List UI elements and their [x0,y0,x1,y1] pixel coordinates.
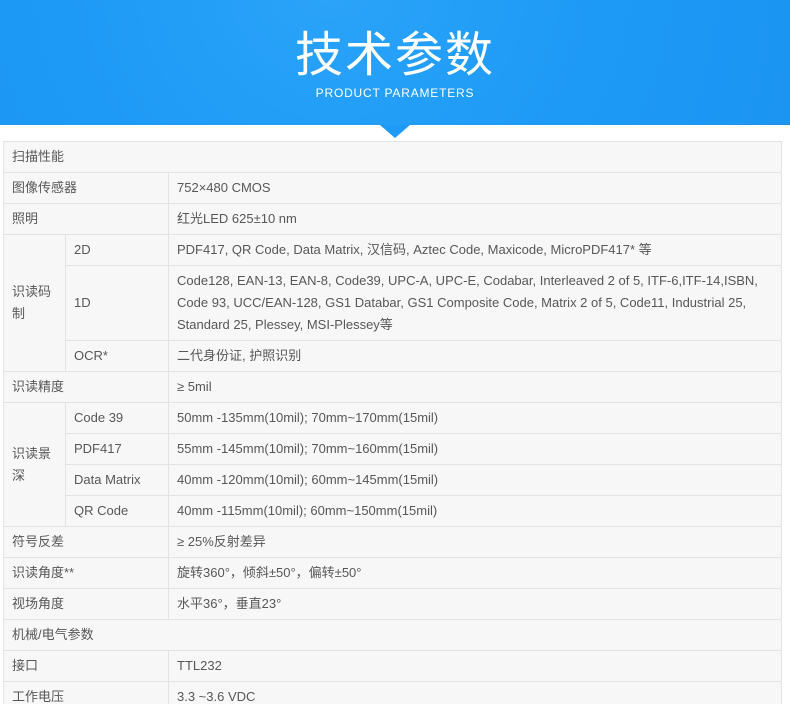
section-title: 机械/电气参数 [4,620,782,651]
row-image-sensor: 图像传感器 752×480 CMOS [4,173,782,204]
row-symbology-2d: 识读码制 2D PDF417, QR Code, Data Matrix, 汉信… [4,235,782,266]
row-field-of-view: 视场角度 水平36°，垂直23° [4,589,782,620]
page-subtitle: PRODUCT PARAMETERS [0,86,790,100]
row-interface: 接口 TTL232 [4,651,782,682]
row-value: 40mm -120mm(10mil); 60mm~145mm(15mil) [169,465,782,496]
row-value: Code128, EAN-13, EAN-8, Code39, UPC-A, U… [169,266,782,341]
hero-banner: 技术参数 PRODUCT PARAMETERS [0,0,790,125]
row-value: 二代身份证, 护照识别 [169,341,782,372]
row-label: 接口 [4,651,169,682]
row-value: 752×480 CMOS [169,173,782,204]
row-dof-datamatrix: Data Matrix 40mm -120mm(10mil); 60mm~145… [4,465,782,496]
row-value: 55mm -145mm(10mil); 70mm~160mm(15mil) [169,434,782,465]
row-sublabel: 1D [66,266,169,341]
row-value: TTL232 [169,651,782,682]
row-illumination: 照明 红光LED 625±10 nm [4,204,782,235]
row-label: 图像传感器 [4,173,169,204]
row-dof-code39: 识读景深 Code 39 50mm -135mm(10mil); 70mm~17… [4,403,782,434]
page-title: 技术参数 [0,0,790,84]
row-value: PDF417, QR Code, Data Matrix, 汉信码, Aztec… [169,235,782,266]
row-label: 符号反差 [4,527,169,558]
spec-table: 扫描性能 图像传感器 752×480 CMOS 照明 红光LED 625±10 … [3,141,782,704]
row-voltage: 工作电压 3.3 ~3.6 VDC [4,682,782,704]
row-symbol-contrast: 符号反差 ≥ 25%反射差异 [4,527,782,558]
row-dof-pdf417: PDF417 55mm -145mm(10mil); 70mm~160mm(15… [4,434,782,465]
row-sublabel: OCR* [66,341,169,372]
row-reading-angle: 识读角度** 旋转360°，倾斜±50°，偏转±50° [4,558,782,589]
section-title: 扫描性能 [4,142,782,173]
row-precision: 识读精度 ≥ 5mil [4,372,782,403]
group-label-symbology: 识读码制 [4,235,66,372]
spec-table-container: 扫描性能 图像传感器 752×480 CMOS 照明 红光LED 625±10 … [3,141,790,704]
section-row-scan: 扫描性能 [4,142,782,173]
row-sublabel: Code 39 [66,403,169,434]
arrow-down-icon [380,125,410,138]
row-label: 识读角度** [4,558,169,589]
row-value: 红光LED 625±10 nm [169,204,782,235]
row-value: 40mm -115mm(10mil); 60mm~150mm(15mil) [169,496,782,527]
row-sublabel: 2D [66,235,169,266]
row-sublabel: QR Code [66,496,169,527]
row-symbology-1d: 1D Code128, EAN-13, EAN-8, Code39, UPC-A… [4,266,782,341]
group-label-depth-of-field: 识读景深 [4,403,66,527]
row-value: 3.3 ~3.6 VDC [169,682,782,704]
row-label: 视场角度 [4,589,169,620]
row-symbology-ocr: OCR* 二代身份证, 护照识别 [4,341,782,372]
row-value: ≥ 5mil [169,372,782,403]
row-sublabel: PDF417 [66,434,169,465]
row-value: 水平36°，垂直23° [169,589,782,620]
row-dof-qrcode: QR Code 40mm -115mm(10mil); 60mm~150mm(1… [4,496,782,527]
row-value: 50mm -135mm(10mil); 70mm~170mm(15mil) [169,403,782,434]
row-value: 旋转360°，倾斜±50°，偏转±50° [169,558,782,589]
row-sublabel: Data Matrix [66,465,169,496]
row-label: 识读精度 [4,372,169,403]
row-label: 工作电压 [4,682,169,704]
row-value: ≥ 25%反射差异 [169,527,782,558]
section-row-electrical: 机械/电气参数 [4,620,782,651]
row-label: 照明 [4,204,169,235]
